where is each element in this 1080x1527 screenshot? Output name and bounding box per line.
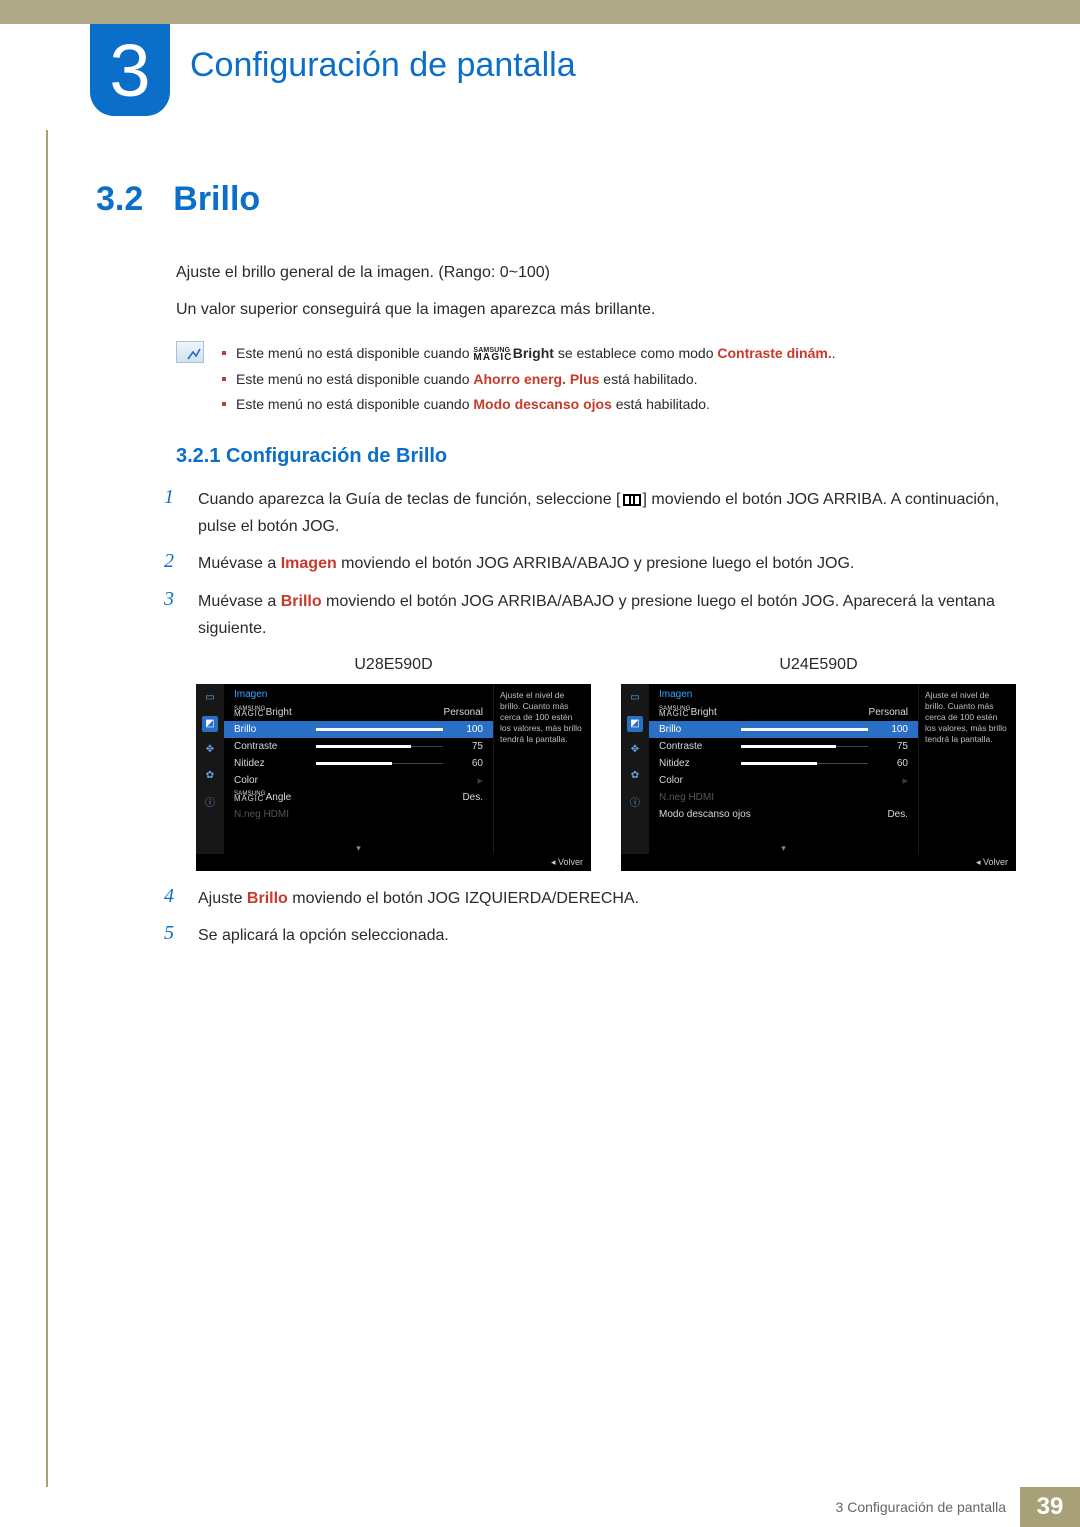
chapter-badge: 3 [90,24,170,116]
osd-help-panel: Ajuste el nivel de brillo. Cuanto más ce… [918,684,1016,854]
image-icon: ◩ [202,716,218,732]
info-icon: ⓘ [202,794,218,810]
osd-item-contraste: Contraste 75 [649,738,918,755]
osd-model-left: U28E590D [196,656,591,674]
monitor-icon: ▭ [627,690,643,706]
osd-item-contraste: Contraste 75 [224,738,493,755]
osd-sidebar: ▭ ◩ ✥ ✿ ⓘ [196,684,224,854]
osd-item-eyesaver: Modo descanso ojosDes. [649,806,918,823]
image-icon: ◩ [627,716,643,732]
osd-item-magicbright: SAMSUNGMAGICBright Personal [224,704,493,721]
gear-icon: ✿ [627,768,643,784]
samsung-magic-logo: SAMSUNGMAGIC [473,349,512,361]
note-item-3: Este menú no está disponible cuando Modo… [216,392,1016,417]
step-5: 5 Se aplicará la opción seleccionada. [164,922,1016,949]
step-1: 1 Cuando aparezca la Guía de teclas de f… [164,486,1016,540]
osd-left: ▭ ◩ ✥ ✿ ⓘ Imagen SAMSUNGMAGICBright Pers… [196,684,591,871]
osd-model-right: U24E590D [621,656,1016,674]
osd-item-neghdmi: N.neg HDMI [649,789,918,806]
steps-list-cont: 4 Ajuste Brillo moviendo el botón JOG IZ… [164,885,1016,949]
osd-header: Imagen [649,684,918,704]
intro-line-1: Ajuste el brillo general de la imagen. (… [176,259,1016,286]
osd-item-color: Color▸ [224,772,493,789]
move-icon: ✥ [202,742,218,758]
section-number: 3.2 [96,180,143,219]
intro-line-2: Un valor superior conseguirá que la imag… [176,296,1016,323]
subsection-heading: 3.2.1 Configuración de Brillo [176,445,1016,468]
osd-down-arrow: ▾ [649,843,918,854]
step-3: 3 Muévase a Brillo moviendo el botón JOG… [164,588,1016,642]
info-icon: ⓘ [627,794,643,810]
vertical-rule [46,130,48,1487]
top-accent-bar [0,0,1080,24]
note-list: Este menú no está disponible cuando SAMS… [216,341,1016,417]
chapter-title: Configuración de pantalla [190,46,576,85]
osd-item-color: Color▸ [649,772,918,789]
move-icon: ✥ [627,742,643,758]
steps-list: 1 Cuando aparezca la Guía de teclas de f… [164,486,1016,642]
osd-return: Volver [621,854,1016,871]
step-4: 4 Ajuste Brillo moviendo el botón JOG IZ… [164,885,1016,912]
note-item-2: Este menú no está disponible cuando Ahor… [216,367,1016,392]
osd-col-right: U24E590D ▭ ◩ ✥ ✿ ⓘ Imagen SAMSUNGMA [621,656,1016,871]
osd-item-brillo: Brillo 100 [224,721,493,738]
osd-item-brillo: Brillo 100 [649,721,918,738]
osd-sidebar: ▭ ◩ ✥ ✿ ⓘ [621,684,649,854]
section-title: Brillo [173,180,260,219]
note-block: Este menú no está disponible cuando SAMS… [176,341,1016,417]
osd-item-magicbright: SAMSUNGMAGICBright Personal [649,704,918,721]
note-icon [176,341,204,363]
note-item-1: Este menú no está disponible cuando SAMS… [216,341,1016,366]
chapter-number: 3 [109,28,150,113]
osd-col-left: U28E590D ▭ ◩ ✥ ✿ ⓘ Imagen SAMSUNGMA [196,656,591,871]
osd-return: Volver [196,854,591,871]
osd-down-arrow: ▾ [224,843,493,854]
osd-item-magicangle: SAMSUNGMAGICAngle Des. [224,789,493,806]
gear-icon: ✿ [202,768,218,784]
monitor-icon: ▭ [202,690,218,706]
page-number: 39 [1020,1487,1080,1527]
osd-header: Imagen [224,684,493,704]
menu-icon [623,494,641,506]
content-area: 3.2 Brillo Ajuste el brillo general de l… [96,180,1016,959]
osd-item-nitidez: Nitidez 60 [649,755,918,772]
page-footer: 3 Configuración de pantalla 39 [0,1487,1080,1527]
osd-right: ▭ ◩ ✥ ✿ ⓘ Imagen SAMSUNGMAGICBright Pers… [621,684,1016,871]
osd-item-nitidez: Nitidez 60 [224,755,493,772]
osd-item-neghdmi: N.neg HDMI [224,806,493,823]
step-2: 2 Muévase a Imagen moviendo el botón JOG… [164,550,1016,577]
section-heading: 3.2 Brillo [96,180,1016,219]
osd-help-panel: Ajuste el nivel de brillo. Cuanto más ce… [493,684,591,854]
footer-text: 3 Configuración de pantalla [822,1487,1020,1527]
osd-screenshots-row: U28E590D ▭ ◩ ✥ ✿ ⓘ Imagen SAMSUNGMA [196,656,1016,871]
